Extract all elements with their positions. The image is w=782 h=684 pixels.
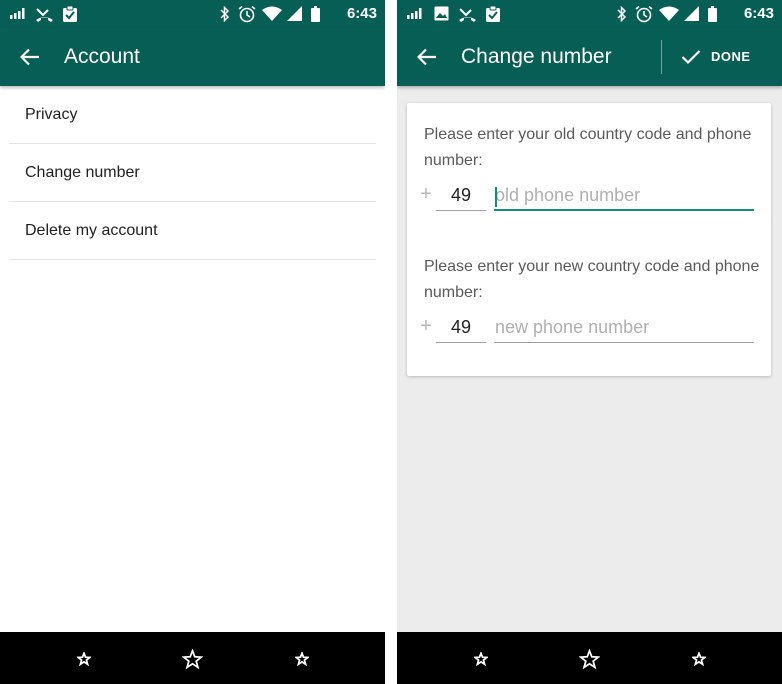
done-label: DONE <box>711 49 751 64</box>
done-button[interactable]: DONE <box>662 27 782 86</box>
cell-signal-icon <box>285 0 303 27</box>
new-country-code-input[interactable] <box>436 313 486 343</box>
app-toolbar: Change number DONE <box>397 27 782 86</box>
arrow-left-icon <box>20 48 39 66</box>
page-title: Account <box>64 45 140 68</box>
status-bar: 6:43 <box>0 0 385 27</box>
clipboard-icon <box>61 0 79 27</box>
navigation-bar <box>0 632 385 684</box>
status-time: 6:43 <box>743 5 774 22</box>
wifi-icon <box>261 0 283 27</box>
signal-bars-icon <box>9 0 27 27</box>
image-icon <box>432 0 450 27</box>
nav-button-right[interactable] <box>688 648 710 670</box>
page-title: Change number <box>461 45 612 68</box>
account-menu: Privacy Change number Delete my account <box>9 86 376 260</box>
wifi-icon <box>658 0 680 27</box>
battery-icon <box>309 0 321 27</box>
small-star-icon <box>295 652 309 666</box>
bluetooth-icon <box>218 0 232 27</box>
old-number-prompt: Please enter your old country code and p… <box>424 126 752 169</box>
cell-signal-icon <box>682 0 700 27</box>
alarm-icon <box>634 0 654 27</box>
nav-button-left[interactable] <box>73 648 95 670</box>
back-button[interactable] <box>14 41 46 73</box>
star-icon <box>181 648 203 669</box>
menu-item-delete-account[interactable]: Delete my account <box>9 202 376 260</box>
missed-call-icon <box>34 0 54 27</box>
navigation-bar <box>397 632 782 684</box>
app-toolbar: Account <box>0 27 385 86</box>
small-star-icon <box>474 652 488 666</box>
missed-call-icon <box>457 0 477 27</box>
old-country-code-input[interactable] <box>436 181 486 211</box>
nav-button-left[interactable] <box>470 648 492 670</box>
status-time: 6:43 <box>346 5 377 22</box>
star-icon <box>578 648 600 669</box>
change-number-card: Please enter your old country code and p… <box>407 103 771 376</box>
arrow-left-icon <box>417 48 436 66</box>
new-number-prompt: Please enter your new country code and p… <box>424 258 760 301</box>
menu-item-privacy[interactable]: Privacy <box>9 86 376 144</box>
nav-button-right[interactable] <box>291 648 313 670</box>
new-phone-input[interactable] <box>494 313 754 343</box>
status-bar: 6:43 <box>397 0 782 27</box>
menu-item-change-number[interactable]: Change number <box>9 144 376 202</box>
bluetooth-icon <box>615 0 629 27</box>
small-star-icon <box>692 652 706 666</box>
plus-sign: + <box>420 315 432 337</box>
battery-icon <box>706 0 718 27</box>
change-number-screen: 6:43 Change number DONE Please enter you… <box>397 0 782 684</box>
alarm-icon <box>237 0 257 27</box>
checkmark-icon <box>681 49 701 64</box>
small-star-icon <box>77 652 91 666</box>
text-cursor <box>495 187 497 207</box>
plus-sign: + <box>420 183 432 205</box>
account-screen: 6:43 Account Privacy Change number Delet… <box>0 0 385 684</box>
back-button[interactable] <box>411 41 443 73</box>
signal-bars-icon <box>406 0 424 27</box>
old-phone-input[interactable] <box>494 181 754 211</box>
clipboard-icon <box>484 0 502 27</box>
nav-button-center[interactable] <box>578 648 600 670</box>
nav-button-center[interactable] <box>181 648 203 670</box>
